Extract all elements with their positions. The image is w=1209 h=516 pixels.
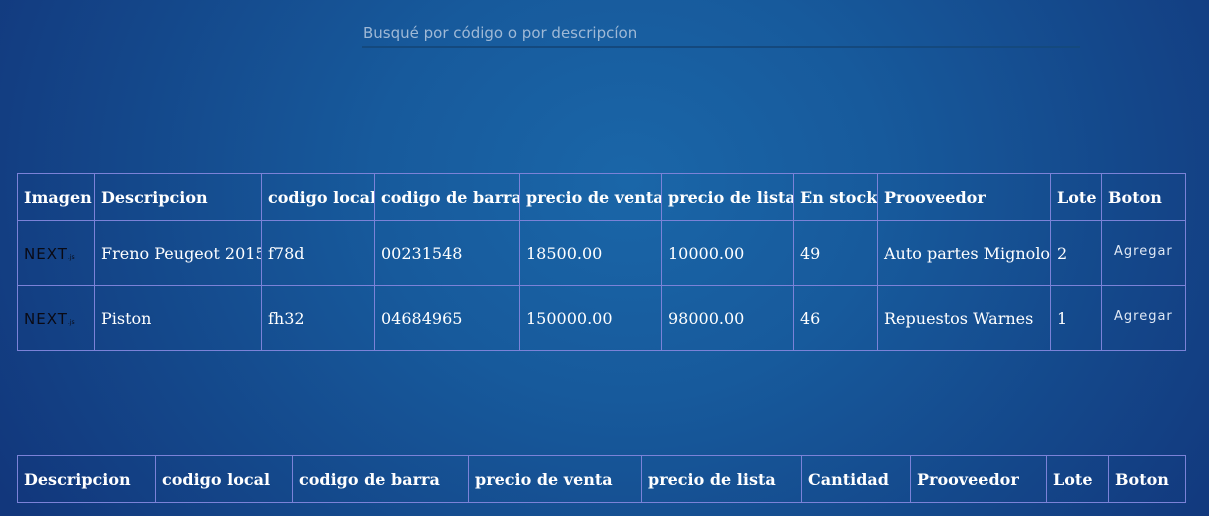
cell-lote: 2 xyxy=(1050,220,1102,286)
cell-boton: Agregar xyxy=(1101,285,1186,351)
cell-lote: 1 xyxy=(1050,285,1102,351)
column-header-lote: Lote xyxy=(1050,173,1102,221)
column-header-precio-lista: precio de lista xyxy=(641,455,802,503)
column-header-precio-lista: precio de lista xyxy=(661,173,794,221)
cell-precio-venta: 18500.00 xyxy=(519,220,662,286)
cell-descripcion: Piston xyxy=(94,285,262,351)
cell-proveedor: Repuestos Warnes xyxy=(877,285,1051,351)
cell-precio-lista: 98000.00 xyxy=(661,285,794,351)
column-header-lote: Lote xyxy=(1046,455,1109,503)
column-header-precio-venta: precio de venta xyxy=(519,173,662,221)
column-header-precio-venta: precio de venta xyxy=(468,455,642,503)
column-header-descripcion: Descripcion xyxy=(94,173,262,221)
cell-codigo-barra: 04684965 xyxy=(374,285,520,351)
column-header-boton: Boton xyxy=(1101,173,1186,221)
products-header-row: Imagen Descripcion codigo local codigo d… xyxy=(17,173,1186,221)
column-header-boton: Boton xyxy=(1108,455,1186,503)
table-row: NEXT.js Freno Peugeot 2015 f78d 00231548… xyxy=(17,220,1186,286)
column-header-codigo-local: codigo local xyxy=(261,173,375,221)
table-row: NEXT.js Piston fh32 04684965 150000.00 9… xyxy=(17,285,1186,351)
column-header-proveedor: Prooveedor xyxy=(910,455,1047,503)
column-header-imagen: Imagen xyxy=(17,173,95,221)
cell-precio-lista: 10000.00 xyxy=(661,220,794,286)
column-header-codigo-barra: codigo de barra xyxy=(374,173,520,221)
search-bar xyxy=(362,22,1082,48)
cell-codigo-local: f78d xyxy=(261,220,375,286)
product-image-cell: NEXT.js xyxy=(17,285,95,351)
product-image-cell: NEXT.js xyxy=(17,220,95,286)
column-header-codigo-barra: codigo de barra xyxy=(292,455,469,503)
search-input[interactable] xyxy=(362,22,1082,44)
column-header-en-stock: En stock xyxy=(793,173,878,221)
column-header-codigo-local: codigo local xyxy=(155,455,293,503)
cell-stock: 49 xyxy=(793,220,878,286)
column-header-proveedor: Prooveedor xyxy=(877,173,1051,221)
add-button[interactable]: Agregar xyxy=(1108,244,1179,259)
nextjs-logo: NEXT.js xyxy=(24,244,75,263)
cell-proveedor: Auto partes Mignolo xyxy=(877,220,1051,286)
products-table: Imagen Descripcion codigo local codigo d… xyxy=(17,173,1186,351)
cell-codigo-local: fh32 xyxy=(261,285,375,351)
add-button[interactable]: Agregar xyxy=(1108,309,1179,324)
cell-descripcion: Freno Peugeot 2015 xyxy=(94,220,262,286)
column-header-descripcion: Descripcion xyxy=(17,455,156,503)
nextjs-logo: NEXT.js xyxy=(24,309,75,328)
cart-table: Descripcion codigo local codigo de barra… xyxy=(17,455,1186,503)
column-header-cantidad: Cantidad xyxy=(801,455,911,503)
cell-codigo-barra: 00231548 xyxy=(374,220,520,286)
cell-precio-venta: 150000.00 xyxy=(519,285,662,351)
cell-boton: Agregar xyxy=(1101,220,1186,286)
cell-stock: 46 xyxy=(793,285,878,351)
cart-header-row: Descripcion codigo local codigo de barra… xyxy=(17,455,1186,503)
